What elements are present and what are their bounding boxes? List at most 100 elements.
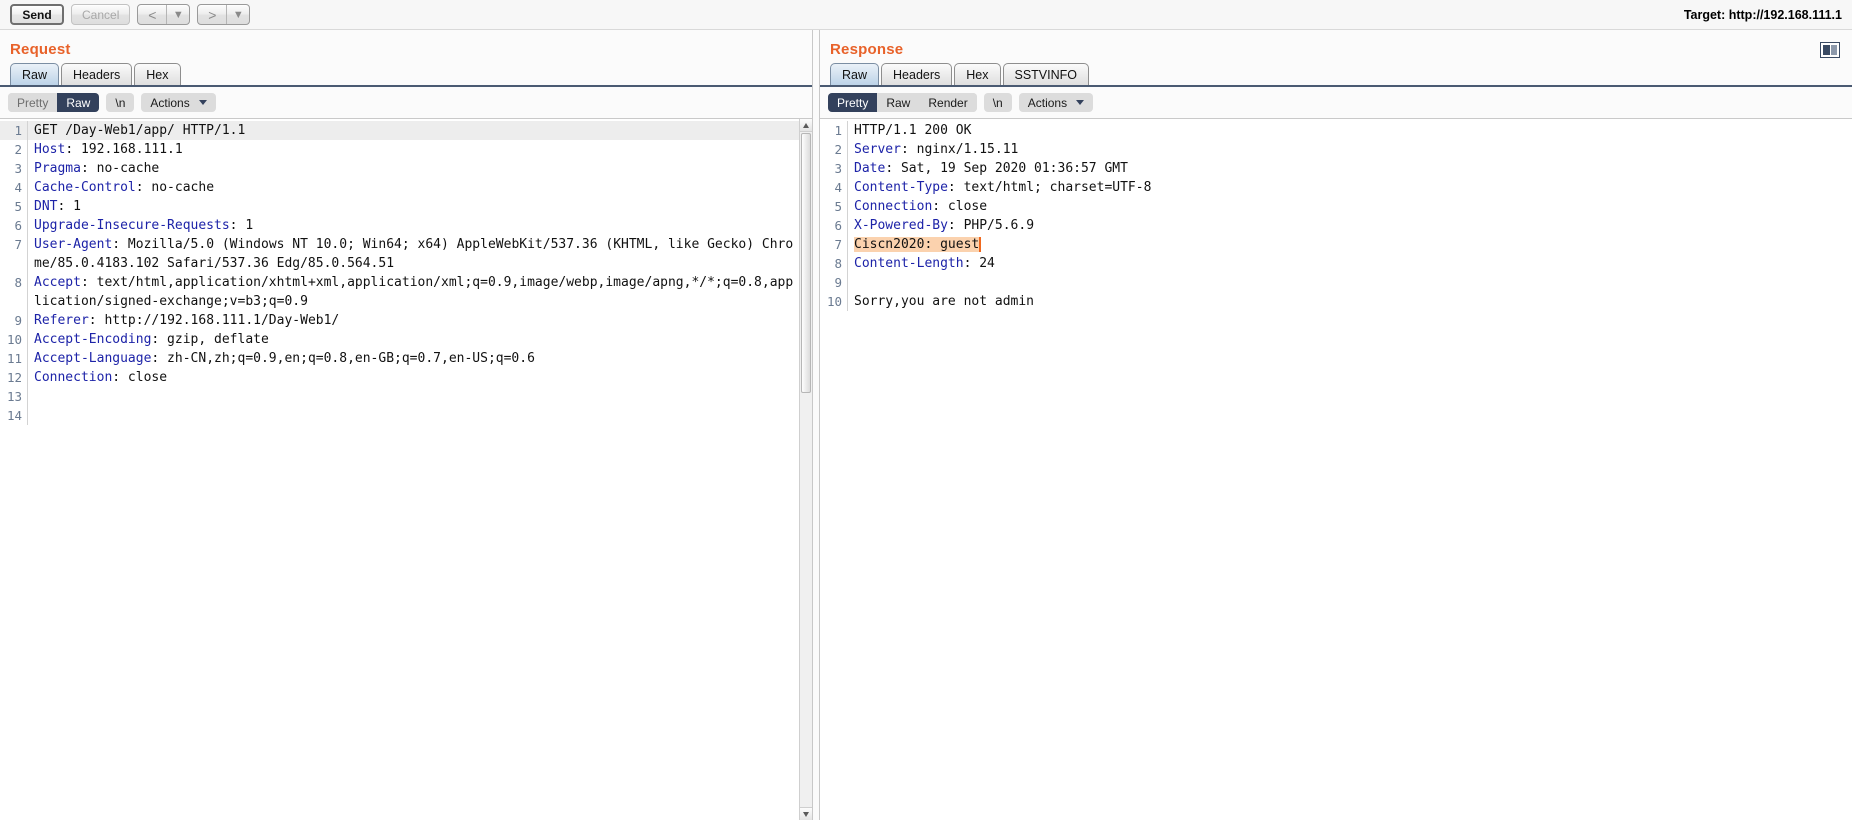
code-line: 13 (0, 387, 799, 406)
request-response-split: Request Raw Headers Hex Pretty Raw \n Ac… (0, 30, 1852, 820)
go-forward-button[interactable]: > ▼ (197, 4, 251, 25)
response-tab-sstvinfo[interactable]: SSTVINFO (1002, 63, 1090, 85)
request-view-pretty-label: Pretty (17, 95, 49, 110)
triangle-up-icon (803, 122, 809, 128)
line-number: 1 (14, 123, 22, 138)
header-name: Date (854, 161, 886, 176)
send-button[interactable]: Send (10, 4, 64, 25)
request-view-raw[interactable]: Raw (57, 93, 100, 112)
line-text: DNT: 1 (27, 197, 799, 216)
response-tab-hex[interactable]: Hex (954, 63, 1001, 85)
line-number: 4 (14, 180, 22, 195)
header-name: Upgrade-Insecure-Requests (34, 218, 230, 233)
line-number: 6 (14, 218, 22, 233)
line-number: 2 (14, 142, 22, 157)
request-editor[interactable]: 1 GET /Day-Web1/app/ HTTP/1.1 2 Host: 192.1… (0, 119, 799, 820)
line-number: 8 (14, 275, 22, 290)
header-name: Cache-Control (34, 180, 136, 195)
response-editor[interactable]: 1 HTTP/1.1 200 OK 2 Server: nginx/1.15.11 3 D… (820, 119, 1852, 820)
code-line: 10 Accept-Encoding: gzip, deflate (0, 330, 799, 349)
request-tab-headers[interactable]: Headers (61, 63, 133, 85)
response-tab-raw[interactable]: Raw (830, 63, 880, 85)
request-editor-wrap: 1 GET /Day-Web1/app/ HTTP/1.1 2 Host: 192.1… (0, 118, 812, 820)
request-tab-hex[interactable]: Hex (134, 63, 181, 85)
line-number: 10 (826, 294, 842, 309)
response-view-pretty-label: Pretty (837, 95, 869, 110)
code-line: 6 Upgrade-Insecure-Requests: 1 (0, 216, 799, 235)
header-name: Content-Length (854, 256, 964, 271)
header-name: Server (854, 142, 901, 157)
back-history-chevron-down-icon[interactable]: ▼ (166, 5, 189, 24)
request-scroll-up-button[interactable] (800, 119, 812, 132)
line-text: Server: nginx/1.15.11 (847, 140, 1852, 159)
request-tab-hex-label: Hex (146, 67, 169, 82)
line-number: 12 (6, 370, 22, 385)
header-name: Content-Type (854, 180, 948, 195)
layout-left-block (1823, 45, 1830, 55)
request-scroll-thumb[interactable] (801, 133, 811, 393)
request-newline-toggle[interactable]: \n (106, 93, 135, 112)
code-line: 5 Connection: close (820, 197, 1852, 216)
response-view-render-label: Render (928, 95, 968, 110)
request-view-mode-group: Pretty Raw (8, 93, 100, 112)
response-view-raw[interactable]: Raw (877, 93, 920, 112)
header-name: Connection (854, 199, 933, 214)
request-pane-title: Request (10, 41, 71, 58)
code-line: 1 HTTP/1.1 200 OK (820, 121, 1852, 140)
request-actions-label: Actions (150, 95, 190, 110)
code-line: 7 User-Agent: Mozilla/5.0 (Windows NT 10.… (0, 235, 799, 273)
code-line: 2 Host: 192.168.111.1 (0, 140, 799, 159)
request-vertical-scrollbar[interactable] (799, 119, 812, 820)
code-line: 11 Accept-Language: zh-CN,zh;q=0.9,en;q=0… (0, 349, 799, 368)
split-layout-toggle-icon[interactable] (1820, 42, 1840, 58)
request-tab-raw[interactable]: Raw (10, 63, 60, 85)
line-number: 8 (834, 256, 842, 271)
response-view-toolbar: Pretty Raw Render \n Actions (820, 87, 1852, 118)
response-view-pretty[interactable]: Pretty (828, 93, 878, 112)
line-text: Accept: text/html,application/xhtml+xml,… (27, 273, 799, 311)
line-text: Content-Length: 24 (847, 254, 1852, 273)
forward-history-chevron-down-icon[interactable]: ▼ (226, 5, 249, 24)
response-tab-headers[interactable]: Headers (881, 63, 953, 85)
response-view-render[interactable]: Render (919, 93, 977, 112)
pane-splitter-handle[interactable] (812, 30, 820, 820)
code-line: 10 Sorry,you are not admin (820, 292, 1852, 311)
response-newline-toggle[interactable]: \n (983, 93, 1012, 112)
response-tab-raw-label: Raw (842, 67, 868, 82)
code-line: 7 Ciscn2020: guest (820, 235, 1852, 254)
go-back-button[interactable]: < ▼ (137, 4, 191, 25)
header-name: Accept-Language (34, 351, 152, 366)
line-text: Cache-Control: no-cache (27, 178, 799, 197)
triangle-down-icon (803, 811, 809, 817)
line-number: 2 (834, 142, 842, 157)
response-actions-menu[interactable]: Actions (1018, 93, 1094, 112)
line-text: Connection: close (847, 197, 1852, 216)
response-view-mode-group: Pretty Raw Render (828, 93, 977, 112)
response-view-raw-label: Raw (886, 95, 911, 110)
response-tabstrip: Raw Headers Hex SSTVINFO (820, 63, 1852, 87)
chevron-left-icon: < (148, 6, 157, 23)
request-tab-headers-label: Headers (73, 67, 121, 82)
code-line: 8 Content-Length: 24 (820, 254, 1852, 273)
line-number: 3 (834, 161, 842, 176)
request-tab-raw-label: Raw (22, 67, 48, 82)
code-line: 14 (0, 406, 799, 425)
line-number: 10 (6, 332, 22, 347)
response-tab-headers-label: Headers (893, 67, 941, 82)
code-line: 9 Referer: http://192.168.111.1/Day-Web1/ (0, 311, 799, 330)
line-number: 6 (834, 218, 842, 233)
header-name: User-Agent (34, 237, 113, 252)
code-line: 9 (820, 273, 1852, 292)
repeater-toolbar: Send Cancel < ▼ > ▼ Target: http://192.1… (0, 0, 1852, 30)
request-view-pretty[interactable]: Pretty (8, 93, 58, 112)
highlighted-header: Ciscn2020: guest (854, 237, 982, 252)
line-number: 13 (6, 389, 22, 404)
request-scroll-down-button[interactable] (800, 807, 812, 820)
line-number: 4 (834, 180, 842, 195)
response-actions-label: Actions (1027, 95, 1068, 110)
request-actions-menu[interactable]: Actions (141, 93, 216, 112)
header-name: Accept-Encoding (34, 332, 152, 347)
code-line: 3 Pragma: no-cache (0, 159, 799, 178)
cancel-button[interactable]: Cancel (71, 4, 131, 25)
layout-right-block (1831, 45, 1837, 55)
